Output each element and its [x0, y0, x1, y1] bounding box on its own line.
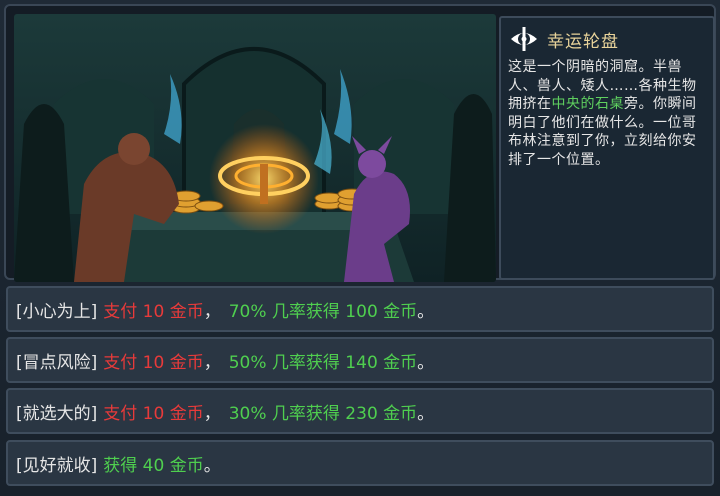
- event-illustration: [14, 14, 496, 282]
- choice-end: 。: [417, 352, 435, 373]
- choice-tag: [冒点风险]: [16, 352, 98, 373]
- choice-tag: [就选大的]: [16, 403, 98, 424]
- choice-end: 。: [203, 455, 221, 476]
- choice-reward: 70% 几率获得 100 金币: [228, 301, 418, 322]
- event-title-bar: 幸运轮盘: [509, 24, 707, 54]
- choice-cost: 支付 10 金币: [103, 403, 204, 424]
- choice-cost: 支付 10 金币: [103, 352, 204, 373]
- choice-cost: 支付 10 金币: [103, 301, 204, 322]
- choice-end: 。: [417, 301, 435, 322]
- choice-reward: 50% 几率获得 140 金币: [228, 352, 418, 373]
- choice-separator: ，: [203, 301, 221, 322]
- description-highlight: 中央的石桌: [551, 96, 624, 112]
- event-panel: 幸运轮盘 这是一个阴暗的洞窟。半兽人、兽人、矮人……各种生物拥挤在中央的石桌旁。…: [4, 4, 716, 282]
- event-description: 这是一个阴暗的洞窟。半兽人、兽人、矮人……各种生物拥挤在中央的石桌旁。你瞬间明白…: [508, 58, 707, 169]
- choice-separator: ，: [203, 352, 221, 373]
- game-event-window: 幸运轮盘 这是一个阴暗的洞窟。半兽人、兽人、矮人……各种生物拥挤在中央的石桌旁。…: [0, 0, 720, 496]
- choice-reward: 30% 几率获得 230 金币: [228, 403, 418, 424]
- choice-big[interactable]: [就选大的] 支付 10 金币 ， 30% 几率获得 230 金币 。: [6, 388, 714, 434]
- eye-icon: [509, 24, 539, 54]
- choice-separator: ，: [203, 403, 221, 424]
- choice-careful[interactable]: [小心为上] 支付 10 金币 ， 70% 几率获得 100 金币 。: [6, 286, 714, 332]
- choice-tag: [见好就收]: [16, 455, 98, 476]
- choice-tag: [小心为上]: [16, 301, 98, 322]
- event-description-box: 幸运轮盘 这是一个阴暗的洞窟。半兽人、兽人、矮人……各种生物拥挤在中央的石桌旁。…: [499, 16, 715, 280]
- event-title: 幸运轮盘: [547, 31, 619, 52]
- choice-take-and-leave[interactable]: [见好就收] 获得 40 金币 。: [6, 440, 714, 486]
- choice-risky[interactable]: [冒点风险] 支付 10 金币 ， 50% 几率获得 140 金币 。: [6, 337, 714, 383]
- choice-end: 。: [417, 403, 435, 424]
- choice-reward: 获得 40 金币: [103, 455, 204, 476]
